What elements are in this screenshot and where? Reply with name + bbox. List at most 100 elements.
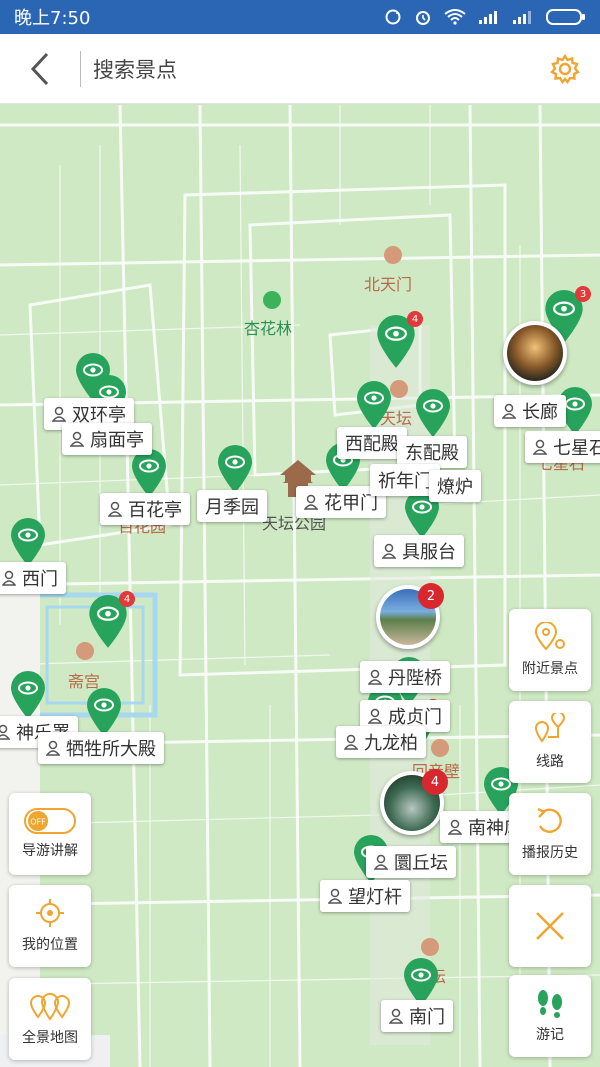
tag-label: 西配殿: [345, 434, 399, 455]
history-label: 播报历史: [522, 845, 578, 861]
spot-tag[interactable]: 扇面亭: [62, 423, 152, 455]
toggle-state: OFF: [30, 818, 46, 827]
person-icon: [46, 740, 60, 756]
pin-badge: 4: [119, 591, 135, 607]
top-bar: 搜索景点: [0, 34, 600, 104]
scenic-pin[interactable]: [9, 671, 47, 721]
spot-tag[interactable]: 西门: [0, 562, 66, 594]
wifi-icon: [444, 9, 466, 25]
person-icon: [389, 1008, 403, 1024]
tag-label: 七星石: [553, 438, 600, 459]
person-icon: [304, 494, 318, 510]
spot-tag[interactable]: 牺牲所大殿: [38, 732, 164, 764]
search-input[interactable]: 搜索景点: [81, 54, 530, 84]
tag-label: 月季园: [205, 497, 259, 518]
scenic-pin[interactable]: [216, 445, 254, 495]
spot-tag[interactable]: 长廊: [494, 395, 566, 427]
person-icon: [502, 403, 516, 419]
person-icon: [0, 724, 10, 740]
person-icon: [368, 669, 382, 685]
scenic-cluster-pin[interactable]: 4: [87, 591, 135, 650]
tag-label: 圜丘坛: [394, 853, 448, 874]
spot-tag[interactable]: 七星石: [525, 431, 600, 463]
history-icon: [537, 807, 562, 833]
alarm-icon: [416, 11, 430, 25]
tag-label: 扇面亭: [90, 430, 144, 451]
person-icon: [70, 431, 84, 447]
tag-label: 西门: [22, 569, 58, 590]
tag-label: 祈年门: [378, 471, 432, 492]
person-icon: [108, 501, 122, 517]
full-map-button[interactable]: 全景地图: [9, 978, 91, 1060]
tag-label: 具服台: [402, 542, 456, 563]
map-view[interactable]: 北天门 杏花林 天坛公园 斋宫 百花园 七星石 天坛 回音壁 坛 4 3 4 3: [0, 105, 600, 1067]
spot-tag[interactable]: 丹陛桥: [360, 661, 450, 693]
scenic-pin[interactable]: [130, 449, 168, 499]
nearby-pin-icon: [534, 622, 565, 651]
app-screen: 晚上7:50 搜索景点 北天门 杏花林 天坛公园 斋宫 百花园 七星石 天坛 坛…: [0, 0, 600, 1067]
person-icon: [52, 406, 66, 422]
poi-apricot-grove[interactable]: 杏花林: [244, 315, 292, 339]
tag-label: 丹陛桥: [388, 668, 442, 689]
nearby-label: 附近景点: [522, 661, 578, 677]
location-label: 我的位置: [22, 937, 78, 953]
person-icon: [382, 543, 396, 559]
journal-label: 游记: [536, 1027, 564, 1043]
scenic-pin[interactable]: [355, 381, 393, 431]
spot-tag[interactable]: 百花亭: [100, 493, 190, 525]
status-time: 晚上7:50: [14, 8, 91, 29]
scenic-pin[interactable]: [414, 389, 452, 439]
tag-label: 东配殿: [405, 443, 459, 464]
tag-label: 九龙柏: [364, 733, 418, 754]
off-toggle-icon: OFF: [24, 808, 76, 834]
person-icon: [368, 708, 382, 724]
close-icon: [536, 912, 564, 940]
broadcast-history-button[interactable]: 播报历史: [509, 793, 591, 875]
pin-badge: 3: [575, 286, 591, 302]
route-button[interactable]: 线路: [509, 701, 591, 783]
sync-icon: [385, 9, 401, 25]
status-icons: [384, 8, 586, 26]
back-button[interactable]: [0, 34, 80, 104]
tag-label: 牺牲所大殿: [66, 739, 156, 760]
gear-icon: [550, 53, 580, 84]
person-icon: [344, 734, 358, 750]
settings-button[interactable]: [530, 34, 600, 104]
pin-badge: 4: [407, 311, 423, 327]
person-icon: [533, 439, 547, 455]
fullmap-label: 全景地图: [22, 1030, 78, 1046]
spot-tag[interactable]: 望灯杆: [320, 880, 410, 912]
person-icon: [328, 888, 342, 904]
scenic-pin[interactable]: [85, 688, 123, 738]
poi-north-gate[interactable]: 北天门: [364, 271, 412, 295]
status-bar: 晚上7:50: [0, 0, 600, 34]
close-button[interactable]: [509, 885, 591, 967]
photo-badge: 4: [422, 769, 448, 795]
tag-label: 南门: [409, 1007, 445, 1028]
spot-tag[interactable]: 圜丘坛: [366, 846, 456, 878]
guide-toggle-button[interactable]: OFF 导游讲解: [9, 793, 91, 875]
spot-tag[interactable]: 月季园: [197, 490, 267, 522]
journal-button[interactable]: 游记: [509, 975, 591, 1057]
spot-tag[interactable]: 具服台: [374, 535, 464, 567]
person-icon: [448, 819, 462, 835]
person-icon: [374, 854, 388, 870]
signal-2-icon: [513, 11, 531, 24]
battery-icon: [546, 9, 585, 25]
spot-tag[interactable]: 南门: [381, 1000, 453, 1032]
scenic-pin[interactable]: [9, 518, 47, 568]
scenic-cluster-pin[interactable]: 4: [375, 311, 423, 370]
route-icon: [534, 713, 566, 743]
map-pins-icon: [29, 993, 71, 1021]
spot-tag[interactable]: 燎炉: [429, 470, 481, 502]
photo-marker-corridor[interactable]: [503, 321, 567, 385]
footprints-icon: [538, 990, 562, 1018]
nearby-spots-button[interactable]: 附近景点: [509, 609, 591, 691]
photo-marker-bridge[interactable]: 2: [376, 583, 444, 649]
spot-tag[interactable]: 九龙柏: [336, 726, 426, 758]
guide-label: 导游讲解: [22, 843, 78, 859]
my-location-button[interactable]: 我的位置: [9, 885, 91, 967]
photo-badge: 2: [418, 583, 444, 609]
photo-marker-altar[interactable]: 4: [380, 769, 448, 835]
tag-label: 燎炉: [437, 477, 473, 498]
